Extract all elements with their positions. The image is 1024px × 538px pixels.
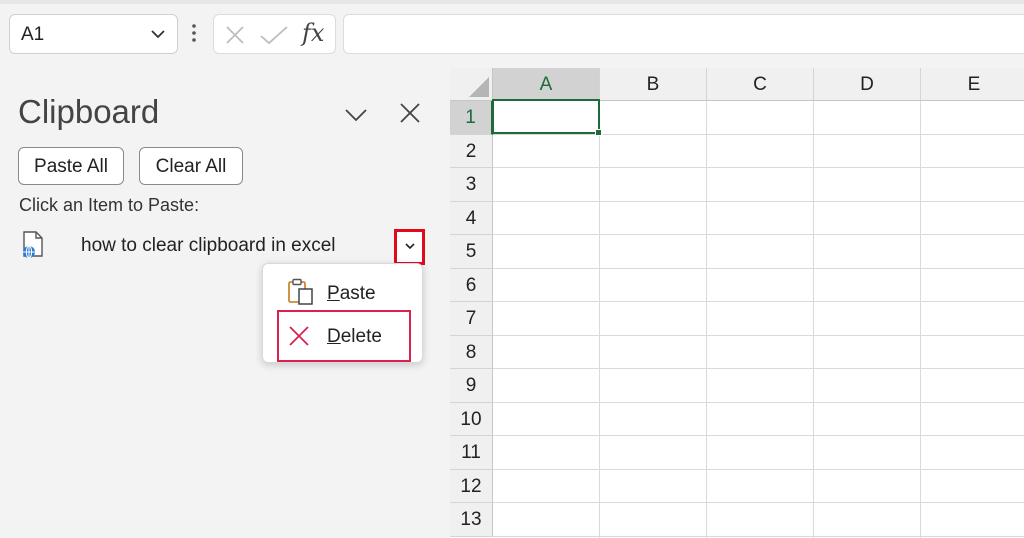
paste-all-button[interactable]: Paste All [18,147,124,185]
paste-icon [288,278,313,305]
formula-bar: A1 fx [0,0,1024,64]
row-header-11[interactable]: 11 [450,436,493,470]
more-options-icon[interactable] [190,20,198,46]
row-gridline [493,167,1024,168]
fill-handle[interactable] [595,129,602,136]
row-header-10[interactable]: 10 [450,402,493,436]
formula-input[interactable] [343,14,1024,54]
paste-prompt: Click an Item to Paste: [19,195,200,215]
web-document-icon [23,231,43,259]
paste-accelerator: P [327,283,340,304]
row-header-5[interactable]: 5 [450,235,493,269]
row-header-1[interactable]: 1 [450,101,493,135]
active-cell[interactable] [492,99,600,134]
row-header-9[interactable]: 9 [450,369,493,403]
column-header-a[interactable]: A [493,68,600,101]
row-gridline [493,401,1024,403]
chevron-down-icon[interactable] [149,25,167,43]
close-icon[interactable] [398,101,422,125]
row-gridline [493,468,1024,470]
menu-item-delete[interactable]: Delete [277,310,411,362]
row-gridline [493,535,1024,537]
row-header-3[interactable]: 3 [450,168,493,202]
name-box[interactable]: A1 [9,14,178,54]
column-header-b[interactable]: B [600,68,707,101]
delete-label-rest: elete [340,326,382,347]
column-header-d[interactable]: D [814,68,921,101]
row-header-13[interactable]: 13 [450,503,493,537]
name-box-value: A1 [21,24,45,45]
item-context-menu: Paste Delete [262,263,423,363]
row-header-12[interactable]: 12 [450,469,493,503]
row-header-4[interactable]: 4 [450,201,493,235]
enter-check-icon[interactable] [259,24,289,46]
row-header-7[interactable]: 7 [450,302,493,336]
row-header-8[interactable]: 8 [450,335,493,369]
delete-x-icon [289,326,309,346]
clipboard-item-text: how to clear clipboard in excel [81,235,336,256]
row-gridline [493,334,1024,336]
row-gridline [493,502,1024,503]
delete-accelerator: D [327,326,341,347]
row-gridline [493,267,1024,269]
column-header-c[interactable]: C [707,68,814,101]
row-gridline [493,368,1024,369]
item-dropdown-button[interactable] [394,229,425,265]
row-gridline [493,200,1024,202]
chevron-down-icon [405,243,415,250]
chevron-down-icon[interactable] [343,102,369,128]
pane-title: Clipboard [18,93,160,130]
formula-actions: fx [213,14,336,54]
insert-function-icon[interactable]: fx [302,19,324,47]
row-gridline [493,234,1024,235]
menu-item-paste[interactable]: Paste [277,270,410,310]
select-all-triangle-icon [469,77,489,97]
row-gridline [493,301,1024,302]
row-header-6[interactable]: 6 [450,268,493,302]
row-header-2[interactable]: 2 [450,134,493,168]
menu-label-delete: Delete [327,326,382,348]
paste-label-rest: aste [339,283,376,304]
cancel-icon[interactable] [224,24,246,46]
ribbon-edge [0,0,1024,4]
select-all-corner[interactable] [450,68,493,101]
column-header-e[interactable]: E [921,68,1024,101]
row-gridline [493,435,1024,436]
clear-all-button[interactable]: Clear All [139,147,243,185]
menu-label-paste: Paste [327,283,376,305]
spreadsheet-grid[interactable]: A B C D E 1 2 3 4 5 6 7 8 9 10 11 12 13 [450,68,1024,538]
